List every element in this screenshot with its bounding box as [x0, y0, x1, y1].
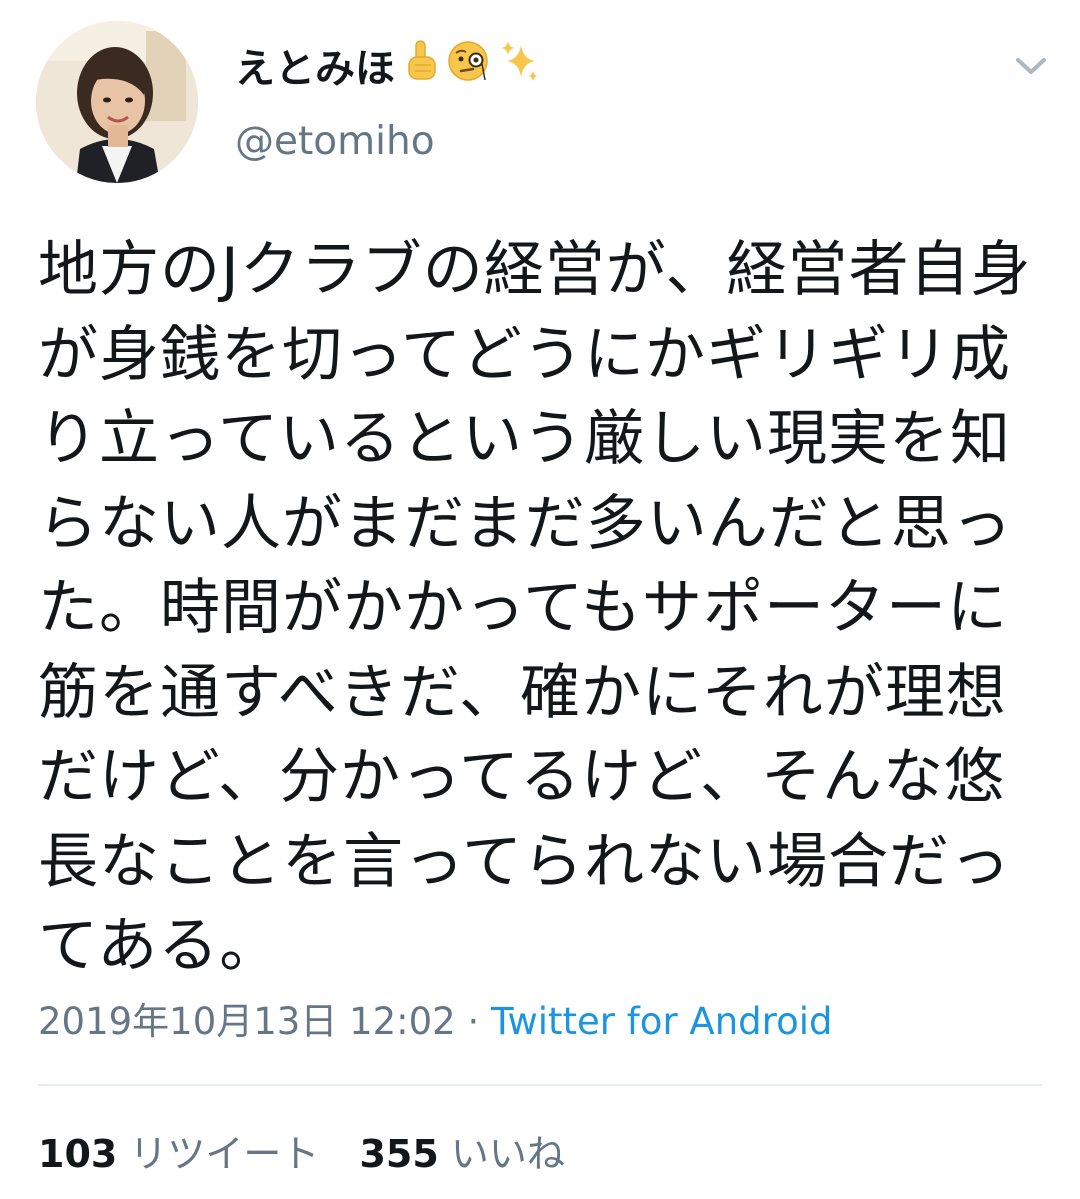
source-link[interactable]: Twitter for Android [491, 1000, 832, 1043]
user-handle[interactable]: @etomiho [235, 116, 435, 168]
chevron-down-icon[interactable] [1010, 50, 1052, 84]
display-name[interactable]: えとみほ [235, 38, 541, 99]
likes-stat[interactable]: 355 いいね [359, 1132, 564, 1176]
tweet-stats: 103 リツイート 355 いいね [38, 1126, 565, 1182]
timestamp[interactable]: 2019年10月13日 12:02 [38, 1000, 456, 1043]
likes-label: いいね [450, 1132, 565, 1176]
retweets-label: リツイート [129, 1132, 320, 1176]
tweet-card: えとみほ @etomiho 地方のJクラブの経営が、経営者自身が身銭を切ってどう… [0, 0, 1080, 1199]
sparkles-icon [499, 39, 541, 98]
retweets-count: 103 [38, 1132, 118, 1176]
face-with-monocle-icon [447, 38, 493, 99]
tweet-text: 地方のJクラブの経営が、経営者自身が身銭を切ってどうにかギリギリ成り立っていると… [38, 235, 1032, 981]
meta-separator: · [455, 1000, 492, 1043]
avatar[interactable] [36, 21, 198, 183]
tweet-meta: 2019年10月13日 12:02 · Twitter for Android [38, 996, 832, 1048]
likes-count: 355 [359, 1132, 439, 1176]
display-name-text: えとみほ [235, 45, 395, 92]
divider [38, 1084, 1042, 1086]
retweets-stat[interactable]: 103 リツイート [38, 1132, 319, 1176]
point-up-icon [401, 39, 441, 98]
